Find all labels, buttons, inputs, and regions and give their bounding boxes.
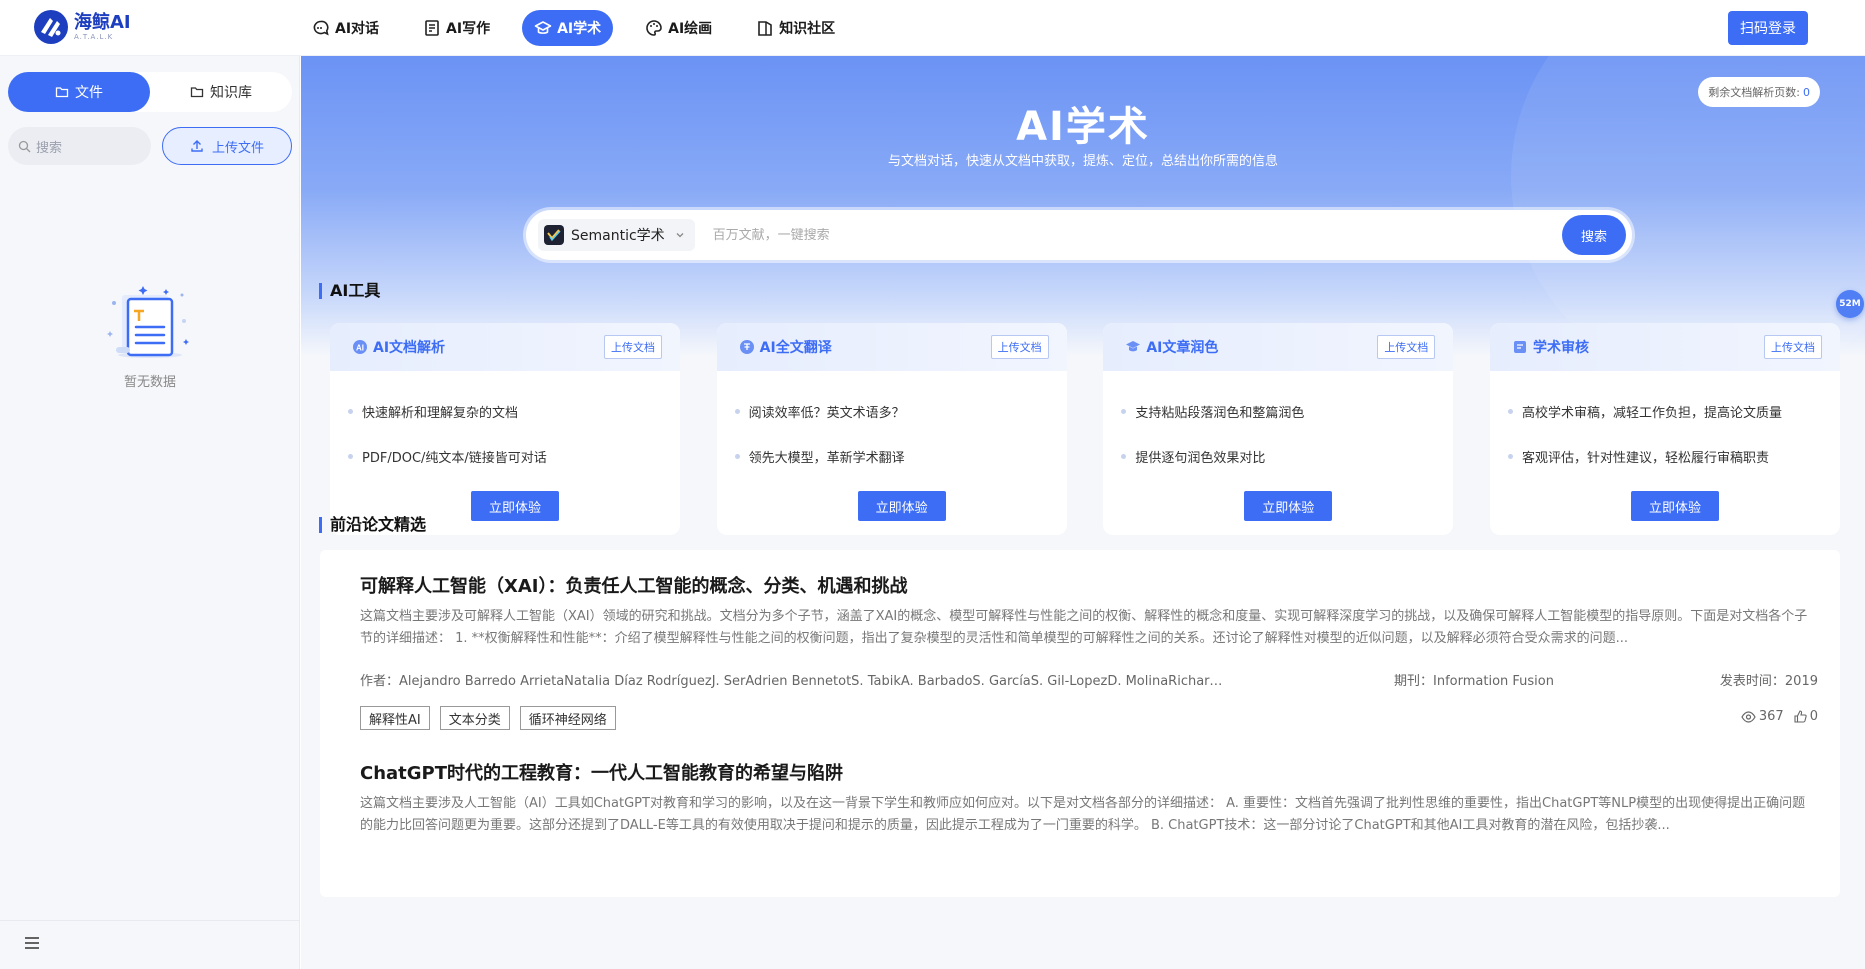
upload-icon [190,139,204,153]
academic-cap-icon [534,19,552,37]
paper-tags: 解释性AI 文本分类 循环神经网络 367 0 [360,705,1818,731]
paper-tag[interactable]: 解释性AI [360,706,430,730]
ai-tools-title: AI工具 [319,283,380,299]
tool-point: 阅读效率低？英文术语多？ [734,389,1067,434]
search-icon [18,140,31,153]
nav-knowledge-community[interactable]: 知识社区 [744,10,847,46]
source-select[interactable]: Semantic学术 [538,219,695,251]
paper-stats: 367 0 [1741,709,1818,724]
tool-name: 学术审核 [1532,340,1589,356]
empty-state: 暂无数据 [90,281,210,390]
tool-card-review: 学术审核 上传文档 高校学术审稿，减轻工作负担，提高论文质量 客观评估，针对性建… [1489,323,1840,535]
brand-name: 海鲸AI [74,12,131,33]
tool-point: 快速解析和理解复杂的文档 [348,389,680,434]
upload-doc-tag[interactable]: 上传文档 [1377,335,1436,359]
tab-files[interactable]: 文件 [8,72,150,112]
graduation-cap-icon [1125,339,1141,355]
write-icon [423,19,441,37]
paper-authors: 作者：Alejandro Barredo ArrietaNatalia Díaz… [360,674,1230,688]
tool-cards: AI AI文档解析 上传文档 快速解析和理解复杂的文档 PDF/DOC/纯文本/… [330,323,1840,535]
brand-sub: A.T.A.L.K [74,33,114,41]
paper-card[interactable]: ChatGPT时代的工程教育：一代人工智能教育的希望与陷阱 这篇文档主要涉及人工… [320,737,1840,897]
review-icon [1512,339,1528,355]
tool-point: PDF/DOC/纯文本/链接皆可对话 [348,434,680,479]
papers-section-title: 前沿论文精选 [319,517,426,533]
ai-doc-icon: AI [352,339,368,355]
nav-ai-academic[interactable]: AI学术 [522,10,614,46]
main-content: 剩余文档解析页数: 0 AI学术 与文档对话，快速从文档中获取，提炼、定位，总结出… [301,56,1865,969]
upload-file-button[interactable]: 上传文件 [162,127,292,165]
chat-icon [312,19,330,37]
nav-ai-write[interactable]: AI写作 [411,10,502,46]
top-header: 海鲸AI A.T.A.L.K AI对话 AI写作 AI学术 AI绘画 知识社区 … [0,0,1865,56]
tool-card-translate: AI全文翻译 上传文档 阅读效率低？英文术语多？ 领先大模型，革新学术翻译 立即… [716,323,1067,535]
hamburger-menu-icon[interactable] [24,936,40,954]
eye-icon [1741,710,1756,723]
sidebar: 文件 知识库 搜索 上传文件 暂无数据 [0,56,300,969]
tool-name: AI全文翻译 [759,340,832,356]
tool-card-doc-parse: AI AI文档解析 上传文档 快速解析和理解复杂的文档 PDF/DOC/纯文本/… [330,323,680,535]
tool-point: 提供逐句润色效果对比 [1121,434,1453,479]
sidebar-tabs: 文件 知识库 [8,72,292,112]
paper-meta: 作者：Alejandro Barredo ArrietaNatalia Díaz… [360,670,1818,689]
academic-search-bar: Semantic学术 搜索 [526,210,1632,260]
paper-card[interactable]: 可解释人工智能（XAI）：负责任人工智能的概念、分类、机遇和挑战 这篇文档主要涉… [320,550,1840,750]
hero-subtitle: 与文档对话，快速从文档中获取，提炼、定位，总结出你所需的信息 [887,154,1278,169]
paper-search-input[interactable] [712,227,1562,243]
like-count: 0 [1809,709,1818,724]
tab-knowledge-base[interactable]: 知识库 [150,72,292,112]
svg-text:AI: AI [356,344,364,353]
try-now-button[interactable]: 立即体验 [471,491,559,521]
try-now-button[interactable]: 立即体验 [1244,491,1333,521]
upload-doc-tag[interactable]: 上传文档 [990,335,1049,359]
floating-memory-badge[interactable]: 52M [1836,290,1864,318]
thumbs-up-icon[interactable] [1794,710,1807,723]
paper-title[interactable]: ChatGPT时代的工程教育：一代人工智能教育的希望与陷阱 [360,759,1818,784]
paper-date: 发表时间：2019 [1719,674,1818,689]
empty-document-icon [107,286,189,358]
view-count: 367 [1758,709,1784,724]
hero-title: AI学术 [1016,104,1150,150]
paper-journal: 期刊：Information Fusion [1394,674,1554,689]
tool-point: 客观评估，针对性建议，轻松履行审稿职责 [1507,434,1840,479]
tool-name: AI文章润色 [1146,340,1219,356]
book-icon [756,19,774,37]
search-button[interactable]: 搜索 [1562,215,1626,255]
tool-card-polish: AI文章润色 上传文档 支持粘贴段落润色和整篇润色 提供逐句润色效果对比 立即体… [1103,323,1454,535]
paper-tag[interactable]: 文本分类 [439,706,510,730]
paper-title[interactable]: 可解释人工智能（XAI）：负责任人工智能的概念、分类、机遇和挑战 [360,572,1818,597]
semantic-scholar-icon [544,225,564,245]
folder-icon [55,85,69,99]
nav-ai-chat[interactable]: AI对话 [300,10,391,46]
tool-name: AI文档解析 [373,340,446,356]
whale-logo-icon [34,10,68,44]
tool-point: 领先大模型，革新学术翻译 [734,434,1067,479]
hero-banner: 剩余文档解析页数: 0 AI学术 与文档对话，快速从文档中获取，提炼、定位，总结出… [301,56,1865,386]
upload-doc-tag[interactable]: 上传文档 [604,335,662,359]
try-now-button[interactable]: 立即体验 [857,491,946,521]
paper-abstract: 这篇文档主要涉及可解释人工智能（XAI）领域的研究和挑战。文档分为多个子节，涵盖… [360,609,1808,646]
folder-outline-icon [190,85,204,99]
try-now-button[interactable]: 立即体验 [1630,491,1719,521]
chevron-down-icon [675,230,685,240]
nav-ai-paint[interactable]: AI绘画 [633,10,724,46]
palette-icon [645,19,663,37]
translate-icon [739,339,755,355]
paper-tag[interactable]: 循环神经网络 [519,706,616,730]
upload-doc-tag[interactable]: 上传文档 [1763,335,1822,359]
tool-point: 支持粘贴段落润色和整篇润色 [1121,389,1453,434]
sidebar-divider [0,920,300,921]
main-nav: AI对话 AI写作 AI学术 AI绘画 知识社区 [300,10,867,46]
sidebar-search-input[interactable]: 搜索 [8,127,151,165]
logo[interactable]: 海鲸AI A.T.A.L.K [34,10,131,44]
scan-login-button[interactable]: 扫码登录 [1728,11,1808,45]
tool-point: 高校学术审稿，减轻工作负担，提高论文质量 [1507,389,1840,434]
empty-text: 暂无数据 [123,375,176,390]
paper-abstract: 这篇文档主要涉及人工智能（AI）工具如ChatGPT对教育和学习的影响，以及在这… [360,796,1806,833]
